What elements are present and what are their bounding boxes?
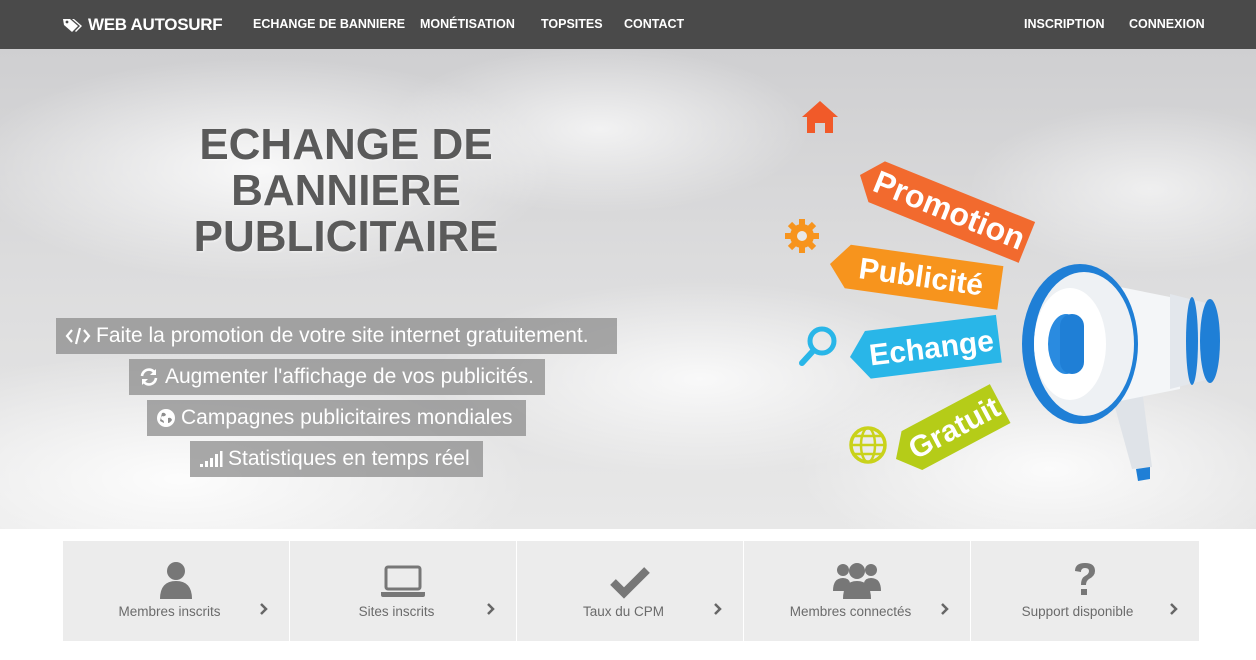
tag-gratuit: Gratuit [896,384,1011,470]
nav-topsites[interactable]: TOPSITES [541,0,603,49]
stats-bar: Membres inscrits Sites inscrits Taux du … [63,541,1202,641]
tag-publicite: Publicité [830,244,1004,310]
user-icon [63,561,289,601]
chevron-right-icon [941,603,949,615]
nav-echange-banniere[interactable]: ECHANGE DE BANNIERE [253,0,405,49]
home-icon [802,101,838,133]
chevron-right-icon [1170,603,1178,615]
stat-label: Membres connectés [789,604,912,619]
feature-text: Augmenter l'affichage de vos publicités. [165,365,535,388]
question-icon [971,561,1199,601]
check-icon [517,561,743,601]
hero-banner: ECHANGE DE BANNIERE PUBLICITAIRE Faite l… [0,49,1256,529]
hero-title-line: BANNIERE [231,166,461,215]
hero-title-line: PUBLICITAIRE [193,212,499,261]
tags-icon [63,18,82,32]
feature-statistiques: Statistiques en temps réel [190,441,483,477]
magnifier-icon [799,326,837,366]
users-icon [744,561,970,601]
nav-monetisation[interactable]: MONÉTISATION [420,0,515,49]
chevron-right-icon [714,603,722,615]
stat-membres-inscrits[interactable]: Membres inscrits [63,541,290,641]
code-icon [65,326,91,346]
feature-text: Statistiques en temps réel [228,447,470,470]
stat-label: Sites inscrits [358,604,435,619]
globe-icon [156,408,176,428]
refresh-icon [138,367,160,387]
globe-illustration-icon [849,426,887,464]
nav-connexion[interactable]: CONNEXION [1129,0,1205,49]
stat-label: Membres inscrits [118,604,221,619]
chevron-right-icon [260,603,268,615]
tag-echange: Echange [850,314,1002,379]
stat-support-disponible[interactable]: Support disponible [971,541,1199,641]
feature-affichage: Augmenter l'affichage de vos publicités. [129,359,545,395]
laptop-icon [290,561,516,601]
stat-membres-connectes[interactable]: Membres connectés [744,541,971,641]
megaphone-illustration: Promotion Publicité Echange Gratuit [785,101,1220,481]
feature-promotion: Faite la promotion de votre site interne… [56,318,617,354]
signal-icon [199,450,223,468]
stat-label: Taux du CPM [582,604,665,619]
megaphone [1022,264,1220,481]
brand-link[interactable]: WEB AUTOSURF [62,0,223,49]
feature-campagnes: Campagnes publicitaires mondiales [147,400,526,436]
hero-title-line: ECHANGE DE [199,120,493,169]
stat-label: Support disponible [1021,604,1134,619]
nav-contact[interactable]: CONTACT [624,0,684,49]
stat-taux-cpm[interactable]: Taux du CPM [517,541,744,641]
chevron-right-icon [487,603,495,615]
feature-text: Faite la promotion de votre site interne… [96,324,589,347]
nav-inscription[interactable]: INSCRIPTION [1024,0,1105,49]
navbar: WEB AUTOSURF ECHANGE DE BANNIERE MONÉTIS… [0,0,1256,49]
hero-title: ECHANGE DE BANNIERE PUBLICITAIRE [140,122,552,260]
feature-text: Campagnes publicitaires mondiales [181,406,513,429]
tag-promotion: Promotion [860,161,1036,263]
brand-label: WEB AUTOSURF [88,14,223,34]
gear-icon [785,219,819,253]
stat-sites-inscrits[interactable]: Sites inscrits [290,541,517,641]
